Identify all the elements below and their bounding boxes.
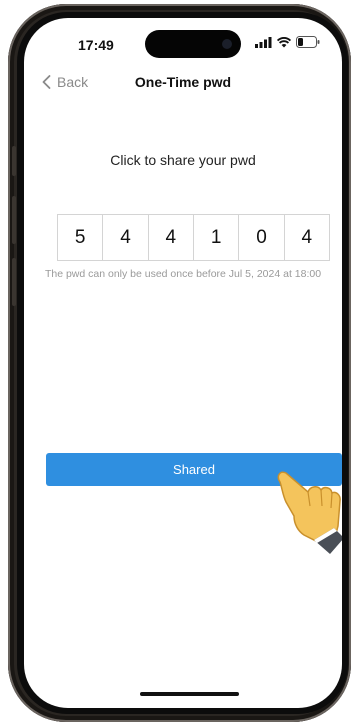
code-digit: 5 xyxy=(74,226,86,248)
code-digit: 4 xyxy=(102,215,147,260)
code-digit: 1 xyxy=(192,215,238,260)
status-icons xyxy=(255,36,320,48)
dynamic-island xyxy=(145,30,241,58)
phone-screen: 17:49 Back One-Time pwd Click to share y… xyxy=(24,18,342,708)
status-time: 17:49 xyxy=(78,37,114,53)
battery-icon xyxy=(296,36,320,48)
wifi-icon xyxy=(277,36,291,47)
share-prompt: Click to share your pwd xyxy=(110,152,256,168)
page-title: One-Time pwd xyxy=(134,74,232,90)
code-digit: 0 xyxy=(238,215,283,260)
code-digit: 4 xyxy=(283,215,329,260)
side-button-action xyxy=(12,146,16,176)
expiry-note: The pwd can only be used once before Jul… xyxy=(44,268,322,280)
camera-icon xyxy=(222,39,232,49)
code-digit: 4 xyxy=(147,215,193,260)
home-indicator[interactable] xyxy=(140,692,239,696)
side-button-volume-up xyxy=(12,196,16,244)
pwd-code: 5 4 4 1 0 4 xyxy=(57,214,330,261)
signal-icon xyxy=(255,36,272,48)
pointing-hand-icon xyxy=(277,471,342,554)
side-button-volume-down xyxy=(12,258,16,306)
